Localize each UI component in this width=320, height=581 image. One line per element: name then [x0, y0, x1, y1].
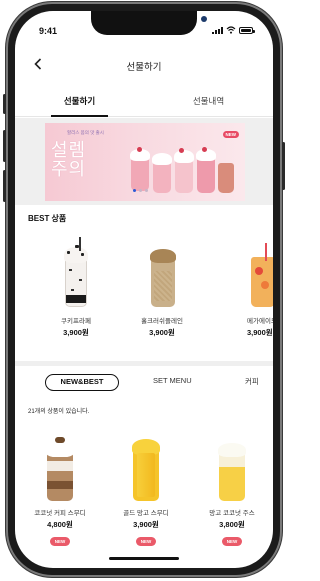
best-section-title: BEST 상품 — [28, 214, 67, 223]
product-name: 쿠키프라페 — [61, 318, 91, 325]
new-products: 코코넛 커피 스무디 4,800원 NEW 골드 망고 스무디 3,900원 N… — [15, 429, 273, 554]
status-time: 9:41 — [39, 26, 58, 36]
new-badge: NEW — [49, 537, 71, 546]
new-badge: NEW — [135, 537, 157, 546]
product-image[interactable] — [19, 429, 101, 503]
product-name: 망고 코코넛 주스 — [209, 510, 255, 517]
product-price: 3,900원 — [149, 328, 175, 337]
best-product-card[interactable]: 쿠키프라페 3,900원 — [35, 237, 117, 338]
camera — [201, 16, 207, 22]
product-price: 3,900원 — [247, 328, 273, 337]
product-name: 메가에이드 — [247, 318, 273, 325]
banner-subtitle: 할리스 봄의 맛 출시 — [67, 130, 104, 135]
banner-drink-image — [127, 135, 237, 197]
best-products: 쿠키프라페 3,900원 홀크러쉬플레인 3,900원 메가에이 3,900원 — [15, 237, 273, 357]
new-product-card[interactable]: 코코넛 커피 스무디 4,800원 NEW — [19, 429, 101, 548]
product-price: 4,800원 — [47, 520, 73, 529]
status-bar: 9:41 — [15, 11, 273, 47]
banner-pagination[interactable] — [133, 189, 148, 192]
tab-gift-history[interactable]: 선물내역 — [144, 89, 273, 116]
product-name: 골드 망고 스무디 — [123, 510, 169, 517]
new-badge: NEW — [221, 537, 243, 546]
promo-banner[interactable]: 할리스 봄의 맛 출시 설렘 주의 NEW — [45, 123, 245, 201]
banner-headline: 설렘 주의 — [51, 141, 86, 179]
banner-headline-line1: 설렘 — [51, 140, 87, 161]
section-divider — [15, 361, 273, 366]
product-count: 21개의 상품이 있습니다. — [28, 409, 90, 415]
side-button — [3, 94, 6, 114]
banner-dot[interactable] — [139, 189, 142, 192]
status-icons — [212, 26, 255, 34]
tab-gift[interactable]: 선물하기 — [15, 89, 144, 117]
new-product-card[interactable]: 골드 망고 스무디 3,900원 NEW — [105, 429, 187, 548]
category-tab-set-menu[interactable]: SET MENU — [153, 376, 192, 385]
product-price: 3,800원 — [219, 520, 245, 529]
product-image[interactable] — [35, 237, 117, 311]
screen: 9:41 선물하기 선물하기 선물내역 할리스 봄의 맛 출시 설렘 주의 NE… — [15, 11, 273, 568]
best-product-card[interactable]: 홀크러쉬플레인 3,900원 — [121, 237, 203, 338]
best-product-card[interactable]: 메가에이드 3,900원 — [241, 237, 273, 338]
header: 선물하기 — [15, 51, 273, 79]
product-price: 3,900원 — [63, 328, 89, 337]
volume-down-button — [3, 170, 6, 202]
product-name: 코코넛 커피 스무디 — [34, 510, 86, 517]
banner-headline-line2: 주의 — [51, 159, 87, 180]
category-tab-coffee[interactable]: 커피 — [245, 376, 259, 387]
notch — [91, 11, 207, 35]
page-title: 선물하기 — [126, 62, 162, 73]
product-image[interactable] — [191, 429, 273, 503]
banner-dot[interactable] — [133, 189, 136, 192]
product-image[interactable] — [121, 237, 203, 311]
phone-frame: 9:41 선물하기 선물하기 선물내역 할리스 봄의 맛 출시 설렘 주의 NE… — [3, 2, 285, 577]
product-image[interactable] — [105, 429, 187, 503]
category-tab-new-best[interactable]: NEW&BEST — [45, 374, 119, 391]
product-price: 3,900원 — [133, 520, 159, 529]
signal-icon — [212, 26, 223, 34]
home-indicator[interactable] — [109, 557, 179, 560]
category-tabs: NEW&BEST SET MENU 커피 — [15, 374, 273, 394]
product-image[interactable] — [241, 237, 273, 311]
battery-icon — [239, 26, 255, 34]
banner-dot[interactable] — [145, 189, 148, 192]
power-button — [282, 142, 285, 190]
wifi-icon — [226, 26, 236, 34]
top-tabs: 선물하기 선물내역 — [15, 89, 273, 117]
product-name: 홀크러쉬플레인 — [141, 318, 183, 325]
banner-area: 할리스 봄의 맛 출시 설렘 주의 NEW — [15, 118, 273, 205]
new-product-card[interactable]: 망고 코코넛 주스 3,800원 NEW — [191, 429, 273, 548]
volume-up-button — [3, 130, 6, 162]
